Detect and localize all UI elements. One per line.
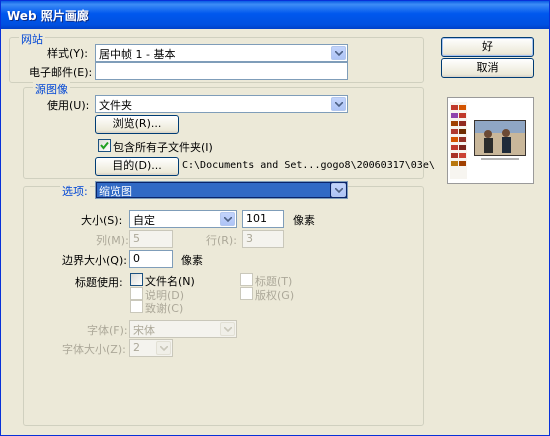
font-label: 字体(F): <box>87 324 128 337</box>
chevron-down-icon[interactable] <box>220 322 235 336</box>
chevron-down-icon[interactable] <box>331 97 346 111</box>
size-select[interactable]: 自定 <box>129 210 237 228</box>
include-subfolders-checkbox[interactable] <box>98 139 111 152</box>
credits-checkbox[interactable] <box>130 300 143 313</box>
destination-path: C:\Documents and Set...gogo8\20060317\03… <box>182 160 435 171</box>
columns-label: 列(M): <box>96 234 129 247</box>
size-label: 大小(S): <box>81 214 123 227</box>
credits-label[interactable]: 致谢(C) <box>145 300 183 316</box>
ok-button[interactable]: 好 <box>441 37 534 57</box>
copyright-label[interactable]: 版权(G) <box>255 287 294 303</box>
caption-checkbox[interactable] <box>130 287 143 300</box>
include-subfolders-label[interactable]: 包含所有子文件夹(I) <box>113 139 213 155</box>
font-select[interactable]: 宋体 <box>129 320 237 338</box>
options-select[interactable]: 缩览图 <box>95 181 348 199</box>
chevron-down-icon[interactable] <box>156 341 171 355</box>
use-select-value: 文件夹 <box>99 99 132 112</box>
font-select-value: 宋体 <box>133 324 155 337</box>
source-images-group-label: 源图像 <box>33 81 70 97</box>
style-label: 样式(Y): <box>47 47 89 60</box>
style-select[interactable]: 居中帧 1 - 基本 <box>95 44 348 62</box>
email-label: 电子邮件(E): <box>29 66 93 79</box>
font-size-select-value: 2 <box>133 341 140 354</box>
size-pixels-input[interactable]: 101 <box>242 210 284 228</box>
border-size-input[interactable]: 0 <box>129 250 173 268</box>
gallery-preview-graphic <box>448 98 533 183</box>
titles-use-label: 标题使用: <box>75 276 123 289</box>
web-photo-gallery-dialog: Web 照片画廊 网站 样式(Y): 居中帧 1 - 基本 电子邮件(E): 源… <box>0 0 550 436</box>
window-title: Web 照片画廊 <box>7 9 89 23</box>
chevron-down-icon[interactable] <box>331 46 346 60</box>
border-size-unit: 像素 <box>181 254 203 267</box>
size-select-value: 自定 <box>133 214 155 227</box>
chevron-down-icon[interactable] <box>331 183 346 197</box>
copyright-checkbox[interactable] <box>240 287 253 300</box>
layout-preview-image <box>447 97 534 184</box>
browse-button[interactable]: 浏览(R)... <box>95 115 179 134</box>
border-size-label: 边界大小(Q): <box>62 254 127 267</box>
columns-input[interactable]: 5 <box>129 230 173 248</box>
title-checkbox[interactable] <box>240 273 253 286</box>
filename-checkbox[interactable] <box>130 273 143 286</box>
rows-label: 行(R): <box>206 234 237 247</box>
email-field[interactable] <box>95 62 348 80</box>
use-label: 使用(U): <box>47 99 90 112</box>
cancel-button[interactable]: 取消 <box>441 58 534 78</box>
font-size-select[interactable]: 2 <box>129 339 173 357</box>
options-label: 选项: <box>60 183 90 199</box>
style-select-value: 居中帧 1 - 基本 <box>99 48 176 61</box>
rows-input[interactable]: 3 <box>242 230 284 248</box>
destination-button[interactable]: 目的(D)... <box>95 157 179 176</box>
options-select-value: 缩览图 <box>97 183 330 198</box>
chevron-down-icon[interactable] <box>220 212 235 226</box>
size-pixels-unit: 像素 <box>293 214 315 227</box>
site-group-label: 网站 <box>19 31 45 47</box>
title-bar[interactable]: Web 照片画廊 <box>1 1 549 29</box>
font-size-label: 字体大小(Z): <box>62 343 126 356</box>
use-select[interactable]: 文件夹 <box>95 95 348 113</box>
